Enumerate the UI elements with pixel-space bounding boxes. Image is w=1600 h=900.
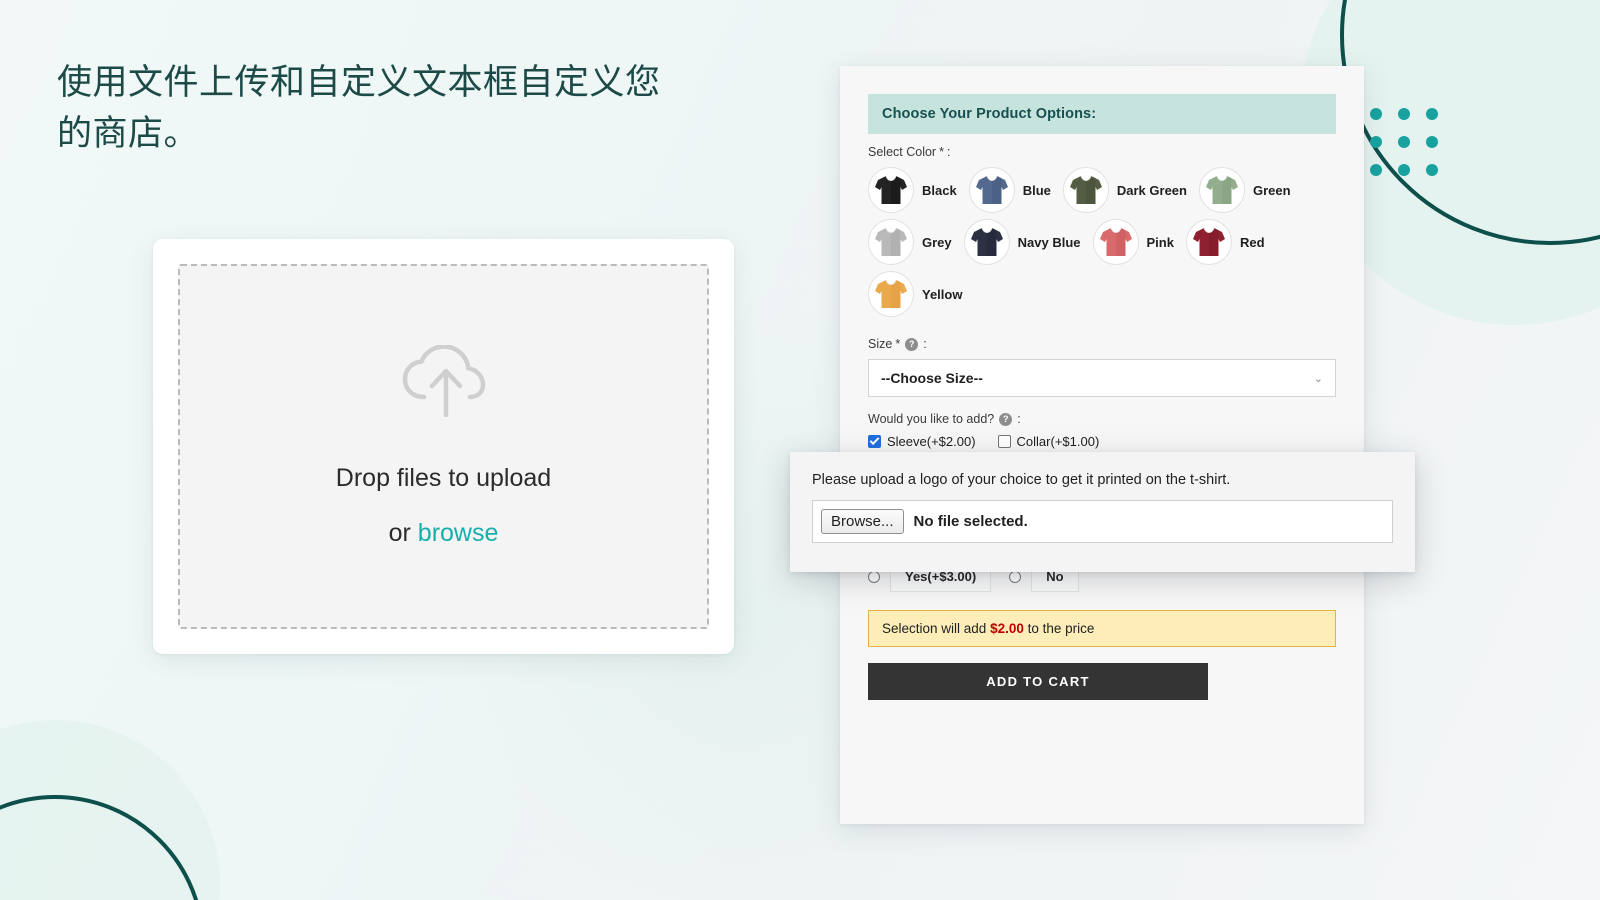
dot bbox=[1370, 136, 1382, 148]
decor-circle-outline-bottom-left bbox=[0, 795, 205, 900]
dropzone-subtitle: or browse bbox=[389, 519, 499, 548]
dot bbox=[1426, 108, 1438, 120]
color-row-2: Grey Navy Blue Pink Red bbox=[868, 219, 1336, 265]
tshirt-icon bbox=[868, 167, 914, 213]
checkbox[interactable] bbox=[997, 435, 1011, 448]
color-option-label: Dark Green bbox=[1116, 182, 1187, 198]
tshirt-icon bbox=[1062, 167, 1109, 213]
addons-label-text: Would you like to add? bbox=[868, 412, 995, 426]
color-swatch-group: Black Blue Dark Green Green Grey Navy Blue Pi… bbox=[868, 167, 1336, 317]
color-option-black[interactable]: Black bbox=[868, 167, 957, 213]
logo-upload-overlay: Please upload a logo of your choice to g… bbox=[790, 452, 1415, 572]
price-banner: Selection will add $2.00 to the price bbox=[868, 610, 1336, 647]
color-option-label: Yellow bbox=[922, 286, 963, 302]
dot bbox=[1398, 136, 1410, 148]
tshirt-icon bbox=[1185, 219, 1232, 265]
color-option-pink[interactable]: Pink bbox=[1092, 219, 1174, 265]
addons-checkbox-group: Sleeve(+$2.00) Collar(+$1.00) bbox=[868, 434, 1336, 449]
radio-button[interactable] bbox=[1009, 570, 1022, 583]
color-option-navy-blue[interactable]: Navy Blue bbox=[963, 219, 1081, 265]
label-colon: : bbox=[1017, 412, 1021, 426]
help-icon[interactable]: ? bbox=[905, 337, 919, 351]
addon-label: Collar(+$1.00) bbox=[1016, 434, 1100, 449]
select-color-label: Select Color * : bbox=[868, 145, 1336, 159]
cloud-upload-icon bbox=[402, 344, 486, 422]
logo-upload-note: Please upload a logo of your choice to g… bbox=[812, 472, 1231, 488]
price-banner-prefix: Selection will add bbox=[882, 621, 987, 636]
dot bbox=[1398, 108, 1410, 120]
color-option-label: Grey bbox=[922, 234, 952, 250]
file-dropzone[interactable]: Drop files to upload or browse bbox=[178, 264, 709, 629]
dot bbox=[1426, 164, 1438, 176]
label-colon: : bbox=[946, 145, 951, 159]
browse-button[interactable]: Browse... bbox=[821, 509, 904, 534]
color-option-dark-green[interactable]: Dark Green bbox=[1062, 167, 1187, 213]
tshirt-icon bbox=[1198, 167, 1245, 213]
radio-button[interactable] bbox=[868, 570, 880, 583]
color-option-red[interactable]: Red bbox=[1185, 219, 1265, 265]
help-icon[interactable]: ? bbox=[999, 412, 1013, 426]
color-option-label: Green bbox=[1252, 182, 1291, 198]
file-status-text: No file selected. bbox=[913, 513, 1028, 530]
chevron-down-icon: ⌄ bbox=[1313, 372, 1323, 385]
logo-file-field[interactable]: Browse... No file selected. bbox=[812, 500, 1393, 543]
required-asterisk: * bbox=[939, 145, 944, 159]
color-option-grey[interactable]: Grey bbox=[868, 219, 952, 265]
color-option-yellow[interactable]: Yellow bbox=[868, 271, 962, 317]
label-colon: : bbox=[923, 337, 927, 351]
addon-option[interactable]: Collar(+$1.00) bbox=[997, 434, 1100, 449]
select-color-text: Select Color bbox=[868, 145, 937, 159]
page-headline: 使用文件上传和自定义文本框自定义您的商店。 bbox=[57, 63, 661, 153]
size-label-text: Size bbox=[868, 337, 893, 351]
dropzone-or-text: or bbox=[388, 519, 418, 547]
tshirt-icon bbox=[868, 219, 914, 265]
addons-label: Would you like to add? ? : bbox=[868, 412, 1336, 426]
dot bbox=[1370, 108, 1382, 120]
decor-circle-outline-top-right bbox=[1340, 0, 1600, 245]
decor-circle-fill-bottom-left bbox=[0, 720, 220, 900]
price-banner-suffix: to the price bbox=[1027, 621, 1095, 636]
dropzone-title: Drop files to upload bbox=[335, 464, 552, 492]
required-asterisk: * bbox=[895, 337, 901, 351]
file-upload-card: Drop files to upload or browse bbox=[153, 239, 734, 654]
color-option-label: Blue bbox=[1022, 182, 1051, 198]
add-to-cart-button[interactable]: ADD TO CART bbox=[868, 663, 1208, 700]
addon-label: Sleeve(+$2.00) bbox=[887, 434, 976, 449]
color-option-green[interactable]: Green bbox=[1198, 167, 1291, 213]
tshirt-icon bbox=[868, 271, 914, 317]
tshirt-icon bbox=[968, 167, 1015, 213]
decor-dot-grid bbox=[1370, 108, 1438, 176]
color-row-1: Black Blue Dark Green Green bbox=[868, 167, 1336, 213]
product-options-panel: Choose Your Product Options: Select Colo… bbox=[840, 66, 1364, 824]
color-option-label: Navy Blue bbox=[1017, 234, 1081, 250]
dot bbox=[1398, 164, 1410, 176]
addon-option[interactable]: Sleeve(+$2.00) bbox=[868, 434, 976, 449]
price-banner-amount: $2.00 bbox=[990, 621, 1024, 636]
size-label: Size * ? : bbox=[868, 337, 1336, 351]
color-row-3: Yellow bbox=[868, 271, 1336, 317]
color-option-blue[interactable]: Blue bbox=[968, 167, 1051, 213]
tshirt-icon bbox=[963, 219, 1010, 265]
panel-header-title: Choose Your Product Options: bbox=[868, 94, 1336, 134]
checkbox[interactable] bbox=[868, 435, 881, 448]
color-option-label: Pink bbox=[1146, 234, 1174, 250]
color-option-label: Red bbox=[1239, 234, 1265, 250]
browse-link[interactable]: browse bbox=[418, 519, 499, 547]
dot bbox=[1370, 164, 1382, 176]
color-option-label: Black bbox=[922, 182, 957, 198]
dot bbox=[1426, 136, 1438, 148]
size-select-value: --Choose Size-- bbox=[881, 370, 983, 386]
tshirt-icon bbox=[1092, 219, 1139, 265]
size-select[interactable]: --Choose Size-- ⌄ bbox=[868, 359, 1336, 397]
